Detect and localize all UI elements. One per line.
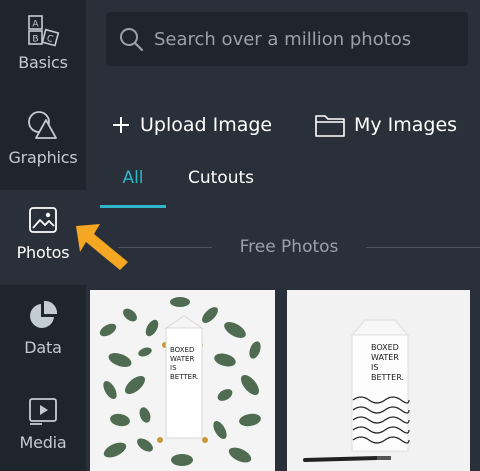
upload-image-button[interactable]: Upload Image — [110, 110, 272, 140]
section-divider-right — [366, 247, 480, 248]
pointer-arrow-icon — [76, 224, 128, 270]
tab-cutouts[interactable]: Cutouts — [188, 168, 254, 208]
pie-chart-icon — [26, 298, 60, 332]
search-icon — [120, 28, 144, 52]
svg-text:WATER: WATER — [170, 355, 194, 363]
photo-thumbnail[interactable]: BOXED WATER IS BETTER. — [90, 290, 275, 471]
sidebar-item-label: Media — [19, 433, 67, 452]
tab-all[interactable]: All — [100, 168, 166, 208]
shapes-icon — [26, 108, 60, 142]
photo-leaves-carton: BOXED WATER IS BETTER. — [99, 297, 261, 466]
video-icon — [26, 393, 60, 427]
active-tab-indicator — [100, 205, 166, 208]
my-images-button[interactable]: My Images — [314, 110, 457, 140]
svg-text:WATER: WATER — [371, 353, 399, 362]
sidebar-item-data[interactable]: Data — [0, 285, 86, 380]
photo-thumbnail[interactable]: BOXED WATER IS BETTER. — [287, 290, 470, 471]
tab-all-label: All — [122, 168, 144, 188]
svg-text:BOXED: BOXED — [170, 346, 194, 354]
svg-text:IS: IS — [170, 364, 177, 372]
sidebar-item-basics[interactable]: A B C Basics — [0, 0, 86, 95]
svg-text:IS: IS — [371, 363, 378, 372]
section-title: Free Photos — [239, 237, 339, 257]
search-bar[interactable] — [106, 12, 468, 66]
svg-text:BOXED: BOXED — [371, 343, 399, 352]
svg-text:BETTER.: BETTER. — [170, 373, 199, 381]
plus-icon — [110, 114, 132, 136]
svg-text:A: A — [32, 20, 39, 30]
tab-cutouts-label: Cutouts — [188, 168, 255, 188]
svg-text:B: B — [32, 35, 38, 45]
sidebar-item-media[interactable]: Media — [0, 380, 86, 471]
image-icon — [26, 203, 60, 237]
sidebar-item-label: Basics — [18, 53, 68, 72]
svg-text:BETTER.: BETTER. — [371, 373, 404, 382]
sidebar-item-label: Graphics — [8, 148, 78, 167]
upload-image-label: Upload Image — [140, 114, 273, 136]
sidebar-item-graphics[interactable]: Graphics — [0, 95, 86, 190]
basics-abc-blocks-icon: A B C — [26, 13, 60, 47]
my-images-label: My Images — [354, 114, 458, 136]
sidebar-item-label: Data — [24, 338, 62, 357]
photo-carton-marker: BOXED WATER IS BETTER. — [303, 319, 410, 462]
search-input[interactable] — [154, 28, 454, 50]
svg-text:C: C — [46, 34, 55, 45]
sidebar-item-label: Photos — [16, 243, 70, 262]
folder-icon — [314, 112, 346, 138]
